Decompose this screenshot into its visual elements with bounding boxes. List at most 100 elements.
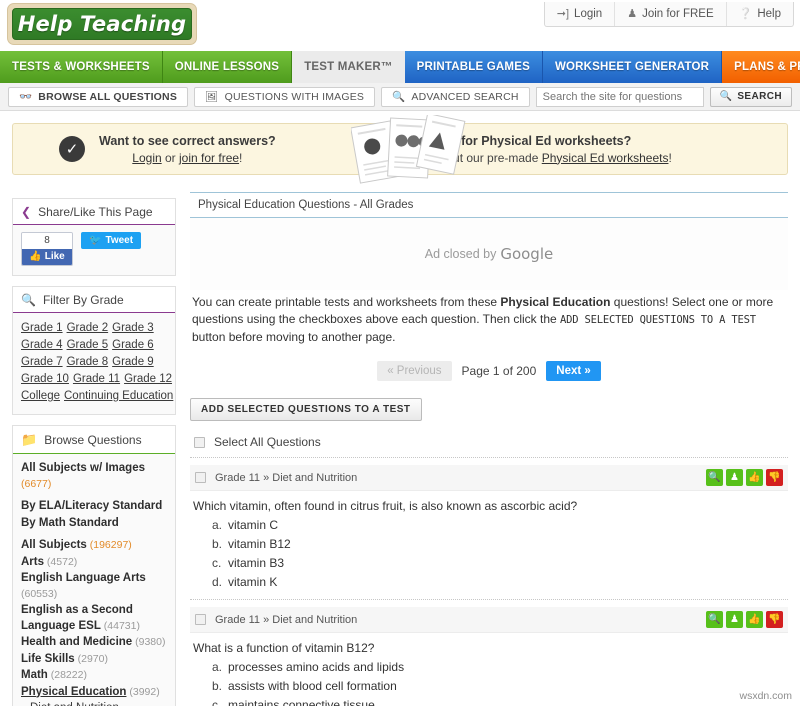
join-free-button[interactable]: ♟ Join for FREE [615,2,727,26]
thumbs-down-icon[interactable]: 👎 [766,469,783,486]
social-buttons: 8 👍 Like 🐦 Tweet [21,232,167,266]
grade-link-grade-12[interactable]: Grade 12 [124,373,172,385]
subject-item-life-skills[interactable]: Life Skills (2970) [21,652,167,668]
grade-link-grade-6[interactable]: Grade 6 [112,339,154,351]
subject-item-math[interactable]: Math (28222) [21,668,167,684]
previous-page-button[interactable]: « Previous [377,361,452,381]
question-option[interactable]: a. processes amino acids and lipids [212,658,788,677]
question-option[interactable]: d. vitamin K [212,573,788,592]
subject-item-arts[interactable]: Arts (4572) [21,555,167,571]
thumbs-down-icon[interactable]: 👎 [766,611,783,628]
subject-item-english-as-a-second-language-esl[interactable]: English as a Second Language ESL (44731) [21,603,167,634]
question-text: What is a function of vitamin B12? [193,641,375,655]
select-all-row[interactable]: Select All Questions [190,431,788,458]
physical-ed-worksheets-link[interactable]: Physical Ed worksheets [542,151,669,165]
login-button[interactable]: ➞] Login [545,2,616,26]
user-icon[interactable]: ♟ [726,611,743,628]
promo-or: or [161,150,180,165]
grade-link-continuing-education[interactable]: Continuing Education [64,390,173,402]
question-header: Grade 11 » Diet and Nutrition 🔍 ♟ 👍 👎 [190,465,788,491]
grade-link-grade-3[interactable]: Grade 3 [112,322,154,334]
subject-item-health-and-medicine[interactable]: Health and Medicine (9380) [21,635,167,651]
subject-item-by-ela-literacy-standard[interactable]: By ELA/Literacy Standard [21,499,167,515]
subject-item-by-math-standard[interactable]: By Math Standard [21,516,167,532]
tweet-button[interactable]: 🐦 Tweet [81,232,142,249]
grade-link-grade-2[interactable]: Grade 2 [67,322,109,334]
nav-worksheet-generator[interactable]: WORKSHEET GENERATOR [542,51,723,83]
browse-all-questions-button[interactable]: 👓 BROWSE ALL QUESTIONS [8,86,189,107]
subject-item-diet-and-nutrition[interactable]: Diet and Nutrition [21,701,167,706]
grade-link-grade-8[interactable]: Grade 8 [67,356,109,368]
grade-link-grade-10[interactable]: Grade 10 [21,373,69,385]
share-icon: ❮ [21,205,32,219]
breadcrumb: Physical Education Questions - All Grade… [190,192,788,218]
subject-item-english-language-arts[interactable]: English Language Arts (60553) [21,571,167,602]
questions-with-images-label: QUESTIONS WITH IMAGES [224,90,365,103]
advanced-search-button[interactable]: 🔍 ADVANCED SEARCH [381,86,530,107]
nav-tests-worksheets[interactable]: TESTS & WORKSHEETS [0,51,163,83]
promo-left-suffix: ! [239,150,243,165]
grade-link-grade-11[interactable]: Grade 11 [73,373,120,385]
intro-part1: You can create printable tests and works… [192,295,501,309]
thumbs-up-icon[interactable]: 👍 [746,611,763,628]
subject-count: (4572) [44,555,78,568]
grade-link-grade-9[interactable]: Grade 9 [112,356,154,368]
share-panel: ❮ Share/Like This Page 8 👍 Like 🐦 Tweet [12,198,176,276]
user-icon[interactable]: ♟ [726,469,743,486]
content-area: ❮ Share/Like This Page 8 👍 Like 🐦 Tweet … [0,186,800,706]
intro-part3: button before moving to another page. [192,330,396,344]
question-option[interactable]: c. maintains connective tissue [212,696,788,706]
logo-plaque: Help Teaching [12,8,192,40]
question-checkbox[interactable] [195,614,206,625]
promo-banner: ✓ Want to see correct answers? Login or … [12,115,788,184]
facebook-like-button[interactable]: 8 👍 Like [21,232,73,266]
option-text: vitamin K [228,575,278,589]
main-navigation: TESTS & WORKSHEETS ONLINE LESSONS TEST M… [0,51,800,83]
nav-plans-pricing[interactable]: PLANS & PRICING [722,51,800,83]
page-root: Help Teaching ➞] Login ♟ Join for FREE ❔… [0,0,800,706]
questions-with-images-button[interactable]: 🖼 QUESTIONS WITH IMAGES [194,86,376,107]
subject-item-all-subjects-w-images[interactable]: All Subjects w/ Images (6677) [21,461,167,492]
browse-questions-panel: 📁 Browse Questions All Subjects w/ Image… [12,425,176,706]
question-option[interactable]: b. vitamin B12 [212,535,788,554]
subject-item-all-subjects[interactable]: All Subjects (196297) [21,538,167,554]
grade-link-grade-5[interactable]: Grade 5 [67,339,109,351]
login-label: Login [574,8,603,20]
grade-link-grade-1[interactable]: Grade 1 [21,322,63,334]
grade-link-grade-7[interactable]: Grade 7 [21,356,63,368]
grade-link-college[interactable]: College [21,390,60,402]
preview-icon[interactable]: 🔍 [706,469,723,486]
site-logo[interactable]: Help Teaching [7,3,197,45]
share-panel-header: ❮ Share/Like This Page [13,199,175,225]
question-option[interactable]: a. vitamin C [212,516,788,535]
subject-count: (28222) [47,669,87,681]
intro-text: You can create printable tests and works… [190,290,788,346]
option-letter: c. [212,698,222,706]
nav-printable-games[interactable]: PRINTABLE GAMES [404,51,543,83]
subject-item-physical-education[interactable]: Physical Education (3992) [21,685,167,701]
option-text: vitamin B3 [228,556,285,570]
preview-icon[interactable]: 🔍 [706,611,723,628]
search-input[interactable] [535,86,704,107]
grade-link-grade-4[interactable]: Grade 4 [21,339,63,351]
promo-join-link[interactable]: join for free [179,151,239,165]
promo-left-sub: Login or join for free! [99,151,276,165]
subject-count: (196297) [86,539,132,551]
subject-count: (9380) [132,636,166,648]
nav-test-maker[interactable]: TEST MAKER™ [292,51,405,83]
question-option[interactable]: b. assists with blood cell formation [212,677,788,696]
question-checkbox[interactable] [195,472,206,483]
thumbs-up-icon[interactable]: 👍 [746,469,763,486]
utility-bar: ➞] Login ♟ Join for FREE ❔ Help [543,2,794,27]
question-option[interactable]: c. vitamin B3 [212,554,788,573]
add-selected-questions-button[interactable]: ADD SELECTED QUESTIONS TO A TEST [190,398,422,421]
help-button[interactable]: ❔ Help [727,2,793,26]
facebook-like-action[interactable]: 👍 Like [22,249,72,265]
search-button[interactable]: 🔍 SEARCH [709,86,792,107]
nav-online-lessons[interactable]: ONLINE LESSONS [162,51,293,83]
check-circle-icon: ✓ [59,136,85,162]
next-page-button[interactable]: Next » [546,361,601,381]
select-all-checkbox[interactable] [194,436,205,448]
promo-login-link[interactable]: Login [132,151,161,165]
top-bar: Help Teaching ➞] Login ♟ Join for FREE ❔… [0,0,800,50]
